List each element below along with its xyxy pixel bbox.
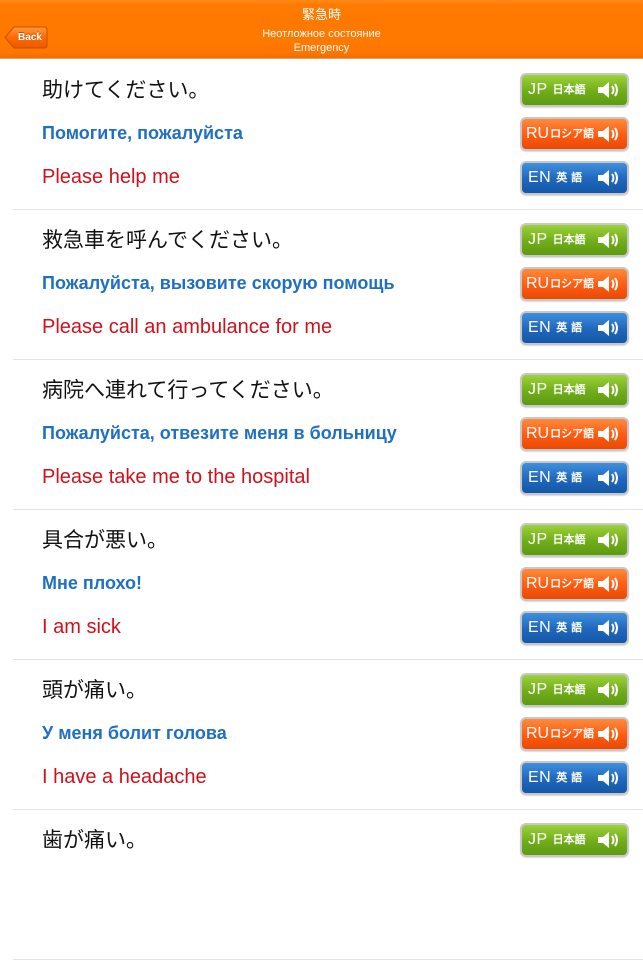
speaker-icon xyxy=(598,382,618,398)
en-code: EN xyxy=(528,769,552,786)
phrase-en: Please call an ambulance for me xyxy=(42,316,333,338)
phrase-en: Please take me to the hospital xyxy=(42,466,310,488)
speaker-icon xyxy=(598,82,618,98)
play-ru-button[interactable]: RU ロシア語 xyxy=(520,717,629,751)
jp-lang: 日本語 xyxy=(552,233,586,246)
jp-code: JP xyxy=(528,231,548,248)
ru-code: RU xyxy=(526,425,550,442)
phrase-en: I am sick xyxy=(42,616,121,638)
ru-lang: ロシア語 xyxy=(550,277,595,290)
phrase-en: Please help me xyxy=(42,166,180,188)
play-en-button[interactable]: EN 英 語 xyxy=(520,311,629,345)
en-lang: 英 語 xyxy=(556,171,583,184)
ru-code: RU xyxy=(526,725,550,742)
speaker-icon xyxy=(598,232,618,248)
play-jp-button[interactable]: JP 日本語 xyxy=(520,373,629,407)
play-en-button[interactable]: EN 英 語 xyxy=(520,161,629,195)
en-lang: 英 語 xyxy=(556,771,583,784)
phrase-en: I have a headache xyxy=(42,766,207,788)
nav-header: Back 緊急時 Неотложное состояние Emergency xyxy=(0,0,643,59)
jp-lang: 日本語 xyxy=(552,833,586,846)
play-en-button[interactable]: EN 英 語 xyxy=(520,611,629,645)
speaker-icon xyxy=(598,576,618,592)
en-code: EN xyxy=(528,169,552,186)
speaker-icon xyxy=(598,470,618,486)
ru-lang: ロシア語 xyxy=(550,577,595,590)
en-lang: 英 語 xyxy=(556,621,583,634)
jp-code: JP xyxy=(528,831,548,848)
speaker-icon xyxy=(598,426,618,442)
jp-code: JP xyxy=(528,531,548,548)
speaker-icon xyxy=(598,320,618,336)
play-ru-button[interactable]: RU ロシア語 xyxy=(520,567,629,601)
ru-code: RU xyxy=(526,575,550,592)
phrase-row: 助けてください。 Помогите, пожалуйста Please hel… xyxy=(13,60,643,210)
speaker-icon xyxy=(598,276,618,292)
phrase-ru: У меня болит голова xyxy=(42,723,227,743)
play-ru-button[interactable]: RU ロシア語 xyxy=(520,117,629,151)
speaker-icon xyxy=(598,682,618,698)
title-en: Emergency xyxy=(293,42,350,54)
phrase-jp: 具合が悪い。 xyxy=(42,528,168,552)
ru-lang: ロシア語 xyxy=(550,727,595,740)
speaker-icon xyxy=(598,126,618,142)
en-lang: 英 語 xyxy=(556,321,583,334)
speaker-icon xyxy=(598,726,618,742)
play-jp-button[interactable]: JP 日本語 xyxy=(520,823,629,857)
jp-code: JP xyxy=(528,681,548,698)
jp-code: JP xyxy=(528,81,548,98)
phrase-list: 助けてください。 Помогите, пожалуйста Please hel… xyxy=(0,60,643,960)
phrase-ru: Помогите, пожалуйста xyxy=(42,123,243,143)
phrase-jp: 病院へ連れて行ってください。 xyxy=(42,378,334,402)
phrase-row: 歯が痛い。 JP 日本語 xyxy=(13,810,643,960)
ru-lang: ロシア語 xyxy=(550,427,595,440)
title-jp: 緊急時 xyxy=(301,8,341,23)
phrase-jp: 歯が痛い。 xyxy=(42,828,147,852)
phrase-row: 具合が悪い。 Мне плохо! I am sick JP 日本語 RU ロシア語… xyxy=(13,510,643,660)
speaker-icon xyxy=(598,832,618,848)
phrase-row: 頭が痛い。 У меня болит голова I have a heada… xyxy=(13,660,643,810)
jp-lang: 日本語 xyxy=(552,533,586,546)
phrase-ru: Мне плохо! xyxy=(42,573,143,593)
en-code: EN xyxy=(528,319,552,336)
speaker-icon xyxy=(598,170,618,186)
phrase-jp: 頭が痛い。 xyxy=(42,678,147,702)
play-en-button[interactable]: EN 英 語 xyxy=(520,761,629,795)
jp-lang: 日本語 xyxy=(552,683,586,696)
ru-code: RU xyxy=(526,275,550,292)
play-jp-button[interactable]: JP 日本語 xyxy=(520,223,629,257)
play-jp-button[interactable]: JP 日本語 xyxy=(520,523,629,557)
play-ru-button[interactable]: RU ロシア語 xyxy=(520,417,629,451)
play-ru-button[interactable]: RU ロシア語 xyxy=(520,267,629,301)
en-lang: 英 語 xyxy=(556,471,583,484)
phrase-row: 救急車を呼んでください。 Пожалуйста, вызовите скорую… xyxy=(13,210,643,360)
speaker-icon xyxy=(598,620,618,636)
en-code: EN xyxy=(528,469,552,486)
play-jp-button[interactable]: JP 日本語 xyxy=(520,73,629,107)
phrase-ru: Пожалуйста, отвезите меня в больницу xyxy=(42,423,397,443)
play-en-button[interactable]: EN 英 語 xyxy=(520,461,629,495)
jp-code: JP xyxy=(528,381,548,398)
phrase-ru: Пожалуйста, вызовите скорую помощь xyxy=(42,273,395,293)
speaker-icon xyxy=(598,770,618,786)
phrase-jp: 救急車を呼んでください。 xyxy=(42,228,293,252)
phrase-row: 病院へ連れて行ってください。 Пожалуйста, отвезите меня… xyxy=(13,360,643,510)
en-code: EN xyxy=(528,619,552,636)
jp-lang: 日本語 xyxy=(552,383,586,396)
speaker-icon xyxy=(598,532,618,548)
ru-code: RU xyxy=(526,125,550,142)
phrase-jp: 助けてください。 xyxy=(42,78,210,102)
jp-lang: 日本語 xyxy=(552,83,586,96)
play-jp-button[interactable]: JP 日本語 xyxy=(520,673,629,707)
title-ru: Неотложное состояние xyxy=(262,28,381,40)
ru-lang: ロシア語 xyxy=(550,127,595,140)
